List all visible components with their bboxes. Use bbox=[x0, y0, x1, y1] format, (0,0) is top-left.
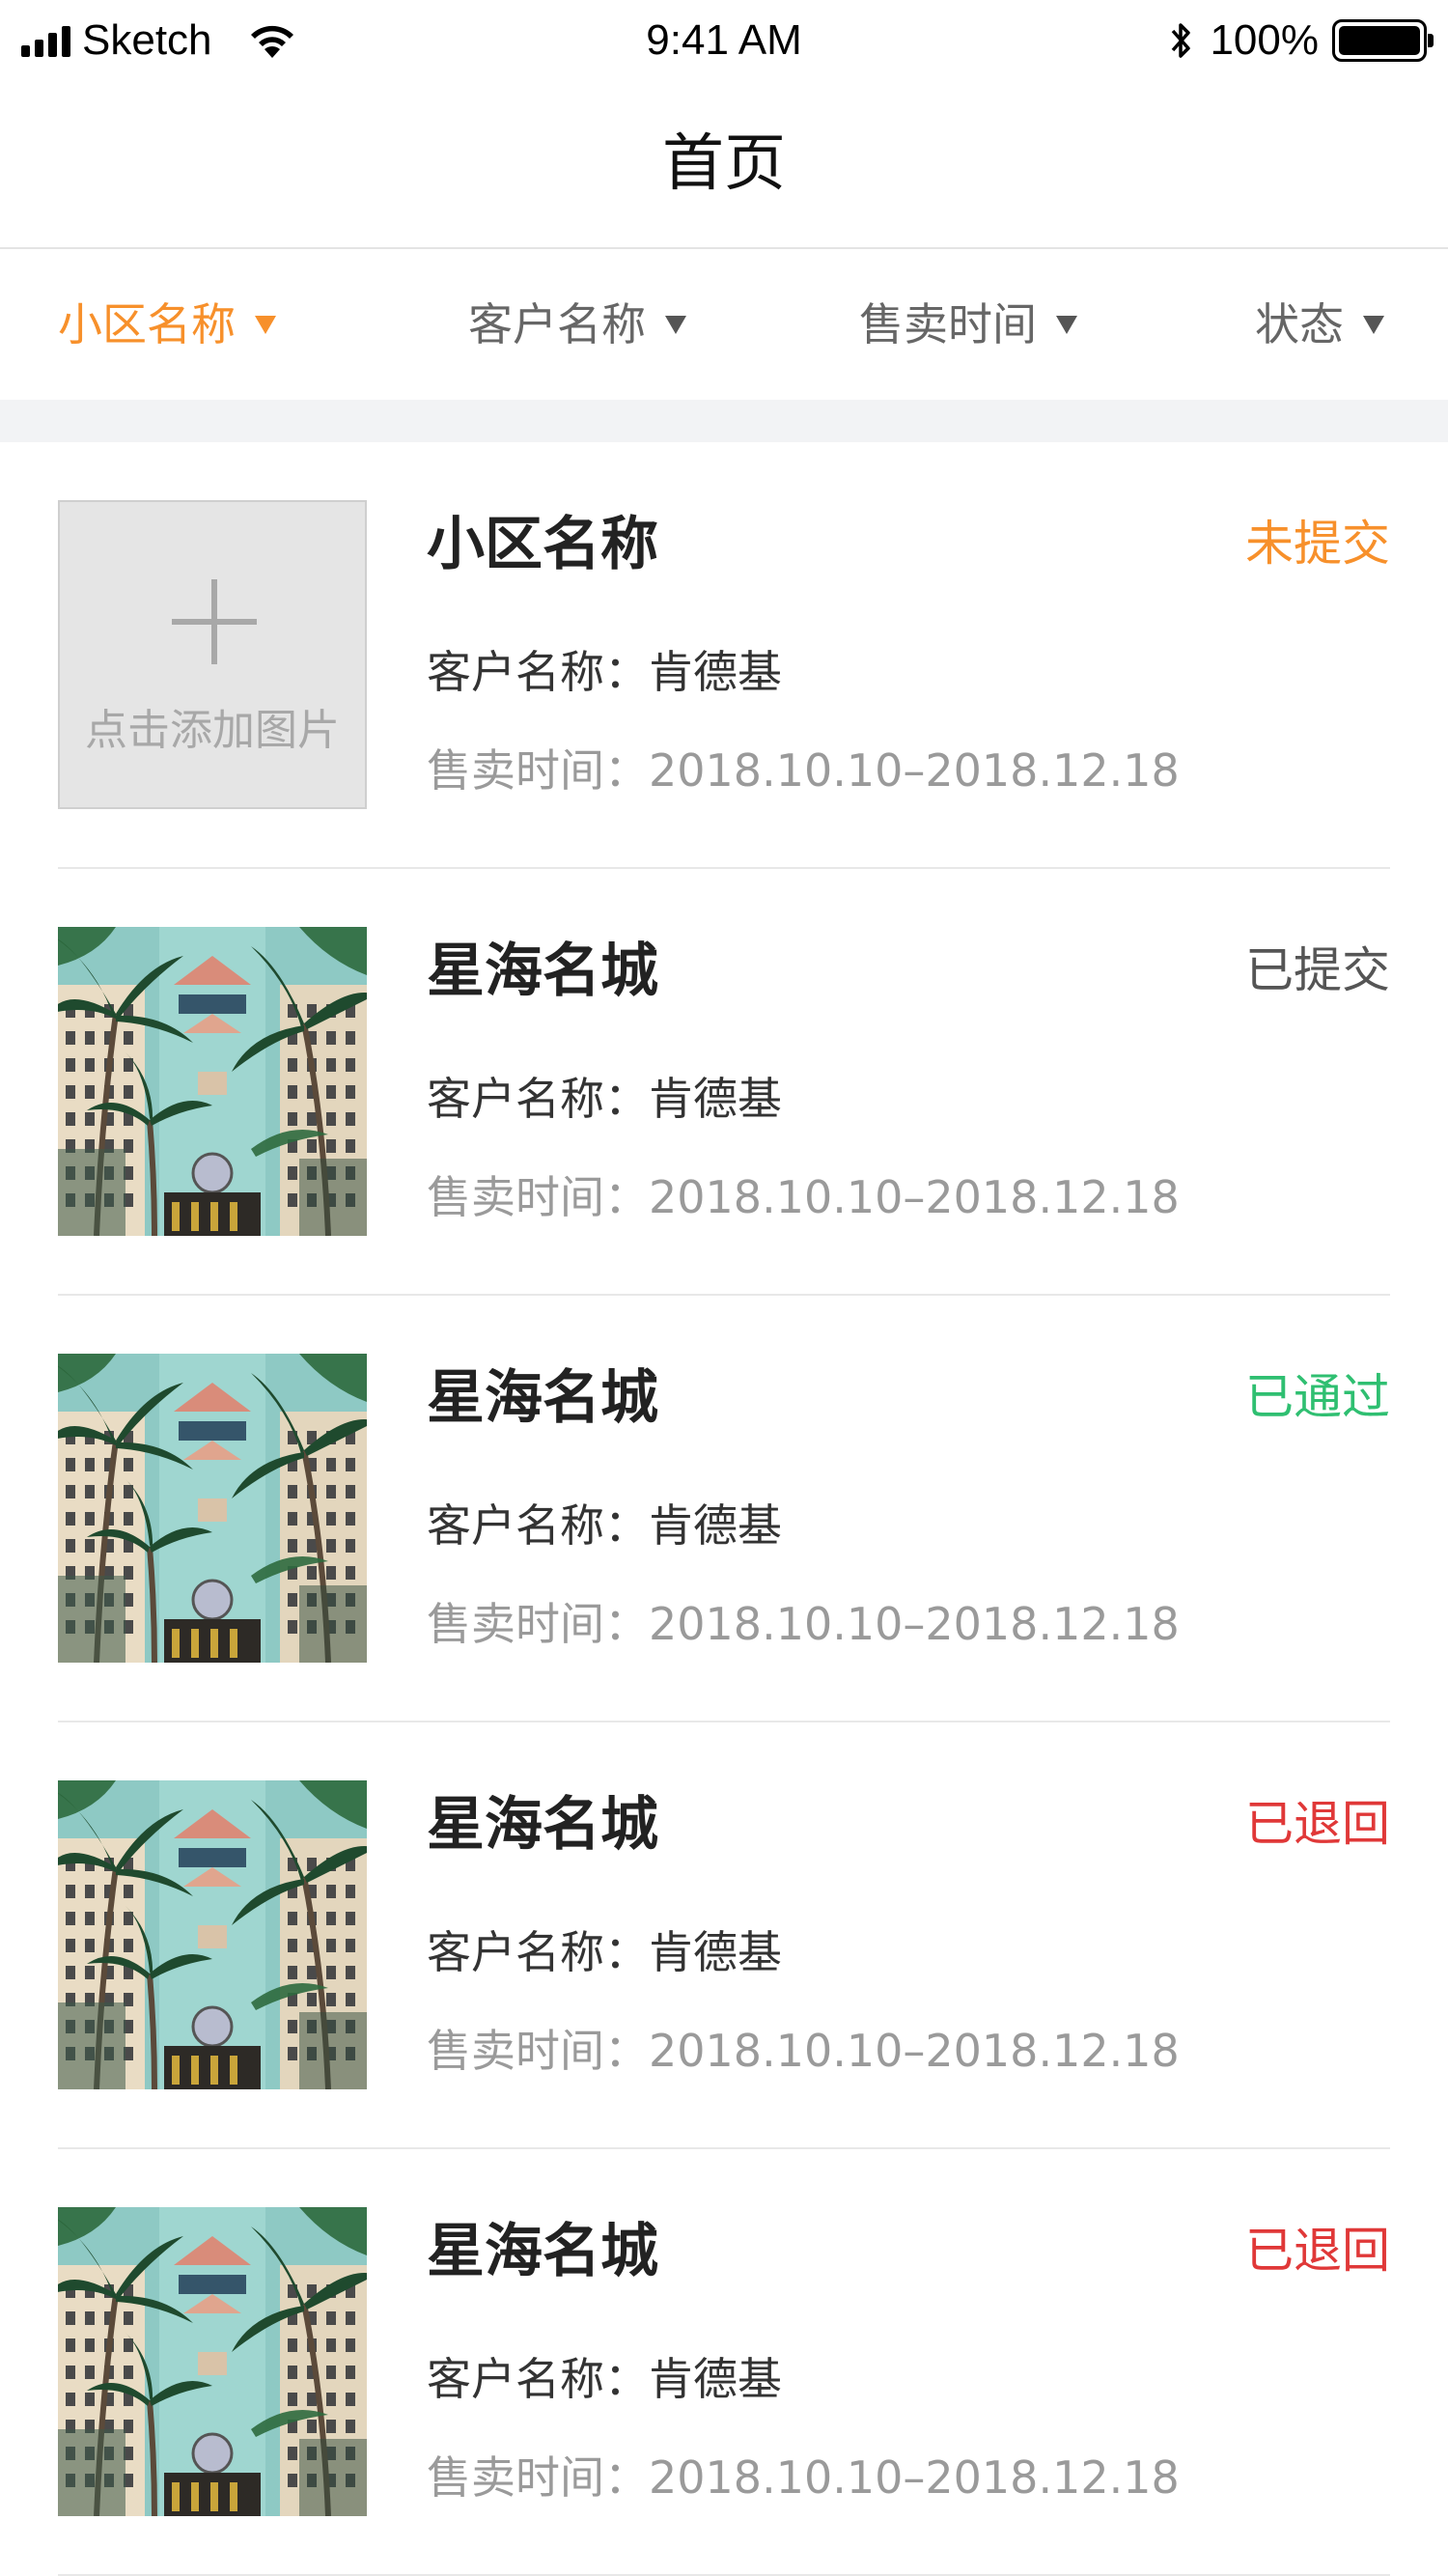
customer-name: 客户名称：肯德基 bbox=[427, 1499, 782, 1552]
battery-percent: 100% bbox=[1210, 16, 1319, 64]
item-title: 星海名城 bbox=[427, 1791, 658, 1859]
item-title: 星海名城 bbox=[427, 2218, 658, 2285]
customer-name: 客户名称：肯德基 bbox=[427, 2353, 782, 2405]
building-illustration bbox=[58, 927, 367, 1236]
caret-down-icon bbox=[1056, 315, 1077, 334]
item-title: 星海名城 bbox=[427, 1364, 658, 1432]
customer-name: 客户名称：肯德基 bbox=[427, 1926, 782, 1978]
list-item[interactable]: 点击添加图片 小区名称 未提交 客户名称：肯德基 售卖时间：2018.10.10… bbox=[58, 442, 1390, 869]
filter-sale-time[interactable]: 售卖时间 bbox=[859, 295, 1077, 353]
add-image-button[interactable]: 点击添加图片 bbox=[58, 500, 367, 809]
status-right: 100% bbox=[1167, 14, 1434, 68]
status-left: Sketch bbox=[21, 14, 299, 68]
sale-time: 售卖时间：2018.10.10–2018.12.18 bbox=[427, 2025, 1180, 2077]
building-photo[interactable] bbox=[58, 1780, 367, 2089]
building-illustration bbox=[58, 2207, 367, 2516]
status-badge: 已退回 bbox=[1245, 1796, 1390, 1852]
filter-label: 售卖时间 bbox=[859, 298, 1037, 350]
navigation-bar: 首页 bbox=[0, 81, 1448, 249]
list-item[interactable]: 星海名城 已退回 客户名称：肯德基 售卖时间：2018.10.10–2018.1… bbox=[58, 1722, 1390, 2149]
wifi-icon bbox=[250, 25, 293, 58]
sale-time: 售卖时间：2018.10.10–2018.12.18 bbox=[427, 1598, 1180, 1650]
filter-community-name[interactable]: 小区名称 bbox=[58, 295, 276, 353]
page-title: 首页 bbox=[662, 128, 786, 200]
item-title: 星海名城 bbox=[427, 938, 658, 1005]
customer-name: 客户名称：肯德基 bbox=[427, 646, 782, 698]
section-divider bbox=[0, 400, 1448, 442]
item-title: 小区名称 bbox=[427, 511, 658, 578]
list-item[interactable]: 星海名城 已通过 客户名称：肯德基 售卖时间：2018.10.10–2018.1… bbox=[58, 1296, 1390, 1722]
add-image-label: 点击添加图片 bbox=[85, 706, 340, 755]
status-badge: 未提交 bbox=[1245, 516, 1390, 572]
filter-status[interactable]: 状态 bbox=[1255, 295, 1384, 353]
status-badge: 已提交 bbox=[1245, 942, 1390, 998]
plus-icon bbox=[172, 579, 257, 664]
status-bar: Sketch 9:41 AM 100% bbox=[0, 0, 1448, 81]
building-photo[interactable] bbox=[58, 2207, 367, 2516]
carrier-name: Sketch bbox=[82, 16, 212, 64]
list-item[interactable]: 星海名城 已退回 客户名称：肯德基 售卖时间：2018.10.10–2018.1… bbox=[58, 2149, 1390, 2576]
status-badge: 已通过 bbox=[1245, 1369, 1390, 1425]
list-item[interactable]: 星海名城 已提交 客户名称：肯德基 售卖时间：2018.10.10–2018.1… bbox=[58, 869, 1390, 1296]
caret-down-icon bbox=[1363, 315, 1384, 334]
filter-bar: 小区名称 客户名称 售卖时间 状态 bbox=[0, 249, 1448, 400]
caret-down-icon bbox=[255, 315, 276, 334]
building-illustration bbox=[58, 1780, 367, 2089]
filter-label: 客户名称 bbox=[468, 298, 646, 350]
caret-down-icon bbox=[665, 315, 686, 334]
filter-customer-name[interactable]: 客户名称 bbox=[468, 295, 686, 353]
customer-name: 客户名称：肯德基 bbox=[427, 1073, 782, 1125]
building-photo[interactable] bbox=[58, 1354, 367, 1663]
sale-time: 售卖时间：2018.10.10–2018.12.18 bbox=[427, 2451, 1180, 2504]
filter-label: 小区名称 bbox=[58, 298, 236, 350]
battery-icon bbox=[1332, 19, 1434, 62]
sale-time: 售卖时间：2018.10.10–2018.12.18 bbox=[427, 1171, 1180, 1223]
bluetooth-icon bbox=[1172, 23, 1191, 58]
building-illustration bbox=[58, 1354, 367, 1663]
status-badge: 已退回 bbox=[1245, 2223, 1390, 2279]
sale-time: 售卖时间：2018.10.10–2018.12.18 bbox=[427, 744, 1180, 797]
filter-label: 状态 bbox=[1255, 298, 1344, 350]
signal-icon bbox=[21, 24, 70, 57]
building-photo[interactable] bbox=[58, 927, 367, 1236]
